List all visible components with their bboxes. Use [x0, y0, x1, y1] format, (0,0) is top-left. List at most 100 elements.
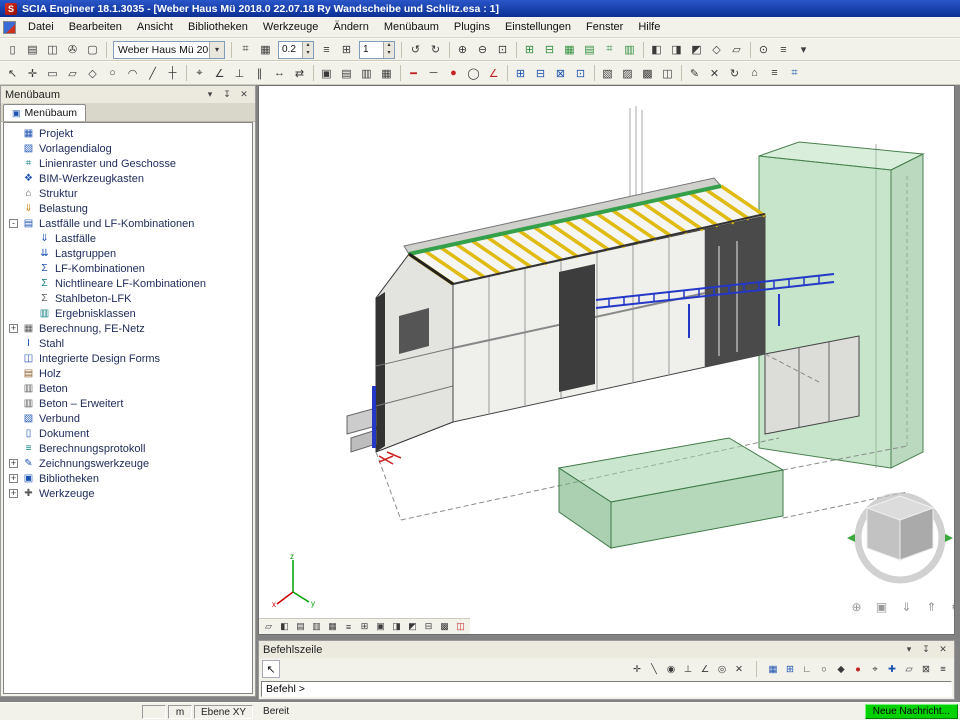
snap-lock-icon[interactable]: ⊠	[918, 661, 934, 677]
menu-item[interactable]: Datei	[21, 18, 61, 36]
snap-node-icon[interactable]: ●	[850, 661, 866, 677]
solid-b-icon[interactable]: ▤	[337, 64, 356, 82]
save-icon[interactable]: ◫	[43, 41, 62, 59]
raster-tool-icon[interactable]: ┼	[163, 64, 182, 82]
section-view-icon[interactable]: ◫	[453, 620, 468, 634]
blue-column[interactable]	[372, 386, 376, 448]
edit-icon[interactable]: ✎	[685, 64, 704, 82]
tree-item-beton[interactable]: ▥ Beton	[4, 381, 252, 396]
tree-item-lastfaelle[interactable]: ⇓ Lastfälle	[4, 231, 252, 246]
print-icon[interactable]: ✇	[63, 41, 82, 59]
axes-toggle-icon[interactable]: ▣	[373, 620, 388, 634]
undo-icon[interactable]: ↺	[406, 41, 425, 59]
render-wire-icon[interactable]: ▱	[261, 620, 276, 634]
column-tool-icon[interactable]: ○	[103, 64, 122, 82]
menu-item[interactable]: Bibliotheken	[181, 18, 255, 36]
solid-d-icon[interactable]: ▦	[377, 64, 396, 82]
delete-icon[interactable]: ✕	[705, 64, 724, 82]
snap-point-icon[interactable]: ⊞	[782, 661, 798, 677]
render-shaded-icon[interactable]: ▤	[293, 620, 308, 634]
cell-a-icon[interactable]: ⊞	[511, 64, 530, 82]
menu-item[interactable]: Ändern	[326, 18, 375, 36]
cell-c-icon[interactable]: ⊠	[551, 64, 570, 82]
render-textured-icon[interactable]: ▦	[325, 620, 340, 634]
tree-item-dokument[interactable]: ▯ Dokument	[4, 426, 252, 441]
menu-item[interactable]: Menübaum	[377, 18, 446, 36]
line-tool-icon[interactable]: ╱	[143, 64, 162, 82]
restore-view-icon[interactable]: ⇑	[922, 598, 941, 616]
separator[interactable]	[591, 65, 597, 81]
snap-settings-icon[interactable]: ≡	[935, 661, 951, 677]
new-project-icon[interactable]: ▯	[3, 41, 22, 59]
spin-up-icon[interactable]: ▴	[383, 42, 394, 50]
menu-item[interactable]: Plugins	[447, 18, 497, 36]
more-tools-icon[interactable]: ▾	[794, 41, 813, 59]
tree-item-werkzeuge[interactable]: + ✚ Werkzeuge	[4, 486, 252, 501]
workplane-icon[interactable]: ▥	[620, 41, 639, 59]
labels-toggle-icon[interactable]: ≡	[341, 620, 356, 634]
snap-perp-icon[interactable]: ⊥	[680, 661, 696, 677]
tree-item-struktur[interactable]: ⌂ Struktur	[4, 186, 252, 201]
tree-item-bibliotheken[interactable]: + ▣ Bibliotheken	[4, 471, 252, 486]
circle-icon[interactable]: ◯	[464, 64, 483, 82]
angle-icon[interactable]: ∠	[210, 64, 229, 82]
3d-viewport[interactable]: z x y ⊕▣⇓⇑⚙ ▱◧▤▥▦≡⊞▣◨◩⊟▩◫	[258, 85, 955, 635]
close-icon[interactable]: ✕	[237, 88, 251, 101]
pointer-tool-icon[interactable]: ↖	[3, 64, 22, 82]
raster-a-icon[interactable]: ⊞	[520, 41, 539, 59]
tree-expander-icon[interactable]: +	[9, 324, 18, 333]
mesh-icon[interactable]: ▦	[560, 41, 579, 59]
tree-item-berechnungsprotokoll[interactable]: ≡ Berechnungsprotokoll	[4, 441, 252, 456]
perpendicular-icon[interactable]: ⊥	[230, 64, 249, 82]
tree-item-ergebnisklassen[interactable]: ▥ Ergebnisklassen	[4, 306, 252, 321]
tree-expander-icon[interactable]: +	[9, 489, 18, 498]
grid-toggle-icon[interactable]: ⊞	[357, 620, 372, 634]
pin-icon[interactable]: ↧	[220, 88, 234, 101]
status-cell-unit[interactable]: m	[168, 705, 192, 719]
snap-center-icon[interactable]: ⌖	[867, 661, 883, 677]
layer-combobox[interactable]: Weber Haus Mü 20 ▾	[113, 41, 225, 59]
tree-expander-icon[interactable]: +	[9, 474, 18, 483]
snap-angle-icon[interactable]: ∠	[697, 661, 713, 677]
snap-plane-icon[interactable]: ▱	[901, 661, 917, 677]
snap-line-icon[interactable]: ╲	[646, 661, 662, 677]
list-icon[interactable]: ≡	[765, 64, 784, 82]
snap-grid-icon[interactable]: ⊞	[337, 41, 356, 59]
red-line-icon[interactable]: ━	[404, 64, 423, 82]
command-input[interactable]: Befehl >	[261, 681, 952, 697]
cursor-mode-icon[interactable]: ↖	[262, 660, 280, 678]
tree-item-zeichnungswerkzeuge[interactable]: + ✎ Zeichnungswerkzeuge	[4, 456, 252, 471]
plate-tool-icon[interactable]: ▱	[63, 64, 82, 82]
separator[interactable]	[747, 42, 753, 58]
activity-grid-icon[interactable]: ▦	[256, 41, 275, 59]
save-view-icon[interactable]: ⇓	[897, 598, 916, 616]
snap-endpoint-icon[interactable]: ✛	[629, 661, 645, 677]
tree-expander-icon[interactable]: +	[9, 459, 18, 468]
view-cube-icon[interactable]: ▣	[872, 598, 891, 616]
separator[interactable]	[748, 661, 764, 677]
refresh-icon[interactable]: ↻	[725, 64, 744, 82]
render-hidden-icon[interactable]: ◧	[277, 620, 292, 634]
open-project-icon[interactable]: ▤	[23, 41, 42, 59]
combo-arrow-icon[interactable]: ▾	[209, 42, 224, 58]
home-view-icon[interactable]: ⌂	[745, 64, 764, 82]
separator[interactable]	[397, 65, 403, 81]
view-front-icon[interactable]: ◧	[647, 41, 666, 59]
tree-item-lastgruppen[interactable]: ⇊ Lastgruppen	[4, 246, 252, 261]
tree-item-verbund[interactable]: ▧ Verbund	[4, 411, 252, 426]
render-solid-icon[interactable]: ▥	[309, 620, 324, 634]
tree-item-holz[interactable]: ▤ Holz	[4, 366, 252, 381]
snap-midpoint-icon[interactable]: ◉	[663, 661, 679, 677]
separator[interactable]	[504, 65, 510, 81]
snap-step-stepper[interactable]: 1 ▴▾	[359, 41, 395, 59]
left-steps[interactable]	[347, 408, 376, 452]
properties-icon[interactable]: ≡	[774, 41, 793, 59]
menu-item[interactable]: Fenster	[579, 18, 630, 36]
separator[interactable]	[446, 42, 452, 58]
snap-ortho-icon[interactable]: ∟	[799, 661, 815, 677]
pin-icon[interactable]: ↧	[919, 643, 933, 656]
view-top-icon[interactable]: ◩	[687, 41, 706, 59]
mdi-child-icon[interactable]	[3, 21, 16, 34]
snap-circle-icon[interactable]: ◎	[714, 661, 730, 677]
selection-icon[interactable]: ⊙	[754, 41, 773, 59]
